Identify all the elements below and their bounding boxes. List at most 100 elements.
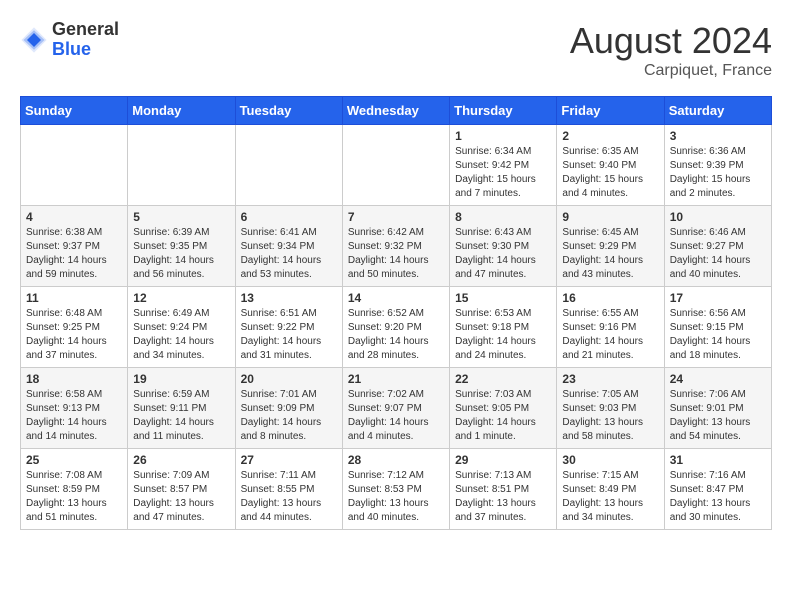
day-number: 6 [241, 210, 337, 224]
calendar-cell: 8 Sunrise: 6:43 AM Sunset: 9:30 PM Daylig… [450, 206, 557, 287]
weekday-monday: Monday [128, 97, 235, 125]
calendar-cell [235, 125, 342, 206]
page-header: General Blue August 2024 Carpiquet, Fran… [20, 20, 772, 80]
day-info: Sunrise: 7:13 AM Sunset: 8:51 PM Dayligh… [455, 469, 551, 525]
calendar-cell: 16Sunrise: 6:55 AM Sunset: 9:16 PM Dayli… [557, 287, 664, 368]
calendar-cell: 28 Sunrise: 7:12 AM Sunset: 8:53 PM Dayli… [342, 449, 449, 530]
day-info: Sunrise: 6:38 AM Sunset: 9:37 PM Dayligh… [26, 226, 122, 282]
day-number: 14 [348, 291, 444, 305]
day-info: Sunrise: 6:45 AM Sunset: 9:29 PM Dayligh… [562, 226, 658, 282]
day-number: 9 [562, 210, 658, 224]
calendar-cell: 23 Sunrise: 7:05 AM Sunset: 9:03 PM Dayli… [557, 368, 664, 449]
day-info: Sunrise: 6:36 AM Sunset: 9:39 PM Dayligh… [670, 145, 766, 201]
day-info: Sunrise: 7:16 AM Sunset: 8:47 PM Dayligh… [670, 469, 766, 525]
day-info: Sunrise: 7:15 AM Sunset: 8:49 PM Dayligh… [562, 469, 658, 525]
calendar-cell: 1 Sunrise: 6:34 AM Sunset: 9:42 PM Daylig… [450, 125, 557, 206]
day-info: Sunrise: 7:06 AM Sunset: 9:01 PM Dayligh… [670, 388, 766, 444]
day-number: 1 [455, 129, 551, 143]
calendar-cell: 20Sunrise: 7:01 AM Sunset: 9:09 PM Dayli… [235, 368, 342, 449]
location: Carpiquet, France [570, 62, 772, 80]
calendar-cell: 12Sunrise: 6:49 AM Sunset: 9:24 PM Dayli… [128, 287, 235, 368]
calendar-cell: 11 Sunrise: 6:48 AM Sunset: 9:25 PM Dayli… [21, 287, 128, 368]
day-number: 26 [133, 453, 229, 467]
calendar-cell: 26 Sunrise: 7:09 AM Sunset: 8:57 PM Dayli… [128, 449, 235, 530]
calendar-cell [21, 125, 128, 206]
calendar-cell: 24Sunrise: 7:06 AM Sunset: 9:01 PM Dayli… [664, 368, 771, 449]
day-number: 15 [455, 291, 551, 305]
day-number: 30 [562, 453, 658, 467]
calendar-cell: 21Sunrise: 7:02 AM Sunset: 9:07 PM Dayli… [342, 368, 449, 449]
day-info: Sunrise: 7:09 AM Sunset: 8:57 PM Dayligh… [133, 469, 229, 525]
day-info: Sunrise: 6:53 AM Sunset: 9:18 PM Dayligh… [455, 307, 551, 363]
calendar-cell: 18 Sunrise: 6:58 AM Sunset: 9:13 PM Dayli… [21, 368, 128, 449]
logo: General Blue [20, 20, 119, 60]
day-info: Sunrise: 6:43 AM Sunset: 9:30 PM Dayligh… [455, 226, 551, 282]
day-info: Sunrise: 6:41 AM Sunset: 9:34 PM Dayligh… [241, 226, 337, 282]
day-number: 22 [455, 372, 551, 386]
day-info: Sunrise: 6:34 AM Sunset: 9:42 PM Dayligh… [455, 145, 551, 201]
calendar-cell: 27 Sunrise: 7:11 AM Sunset: 8:55 PM Dayli… [235, 449, 342, 530]
day-number: 2 [562, 129, 658, 143]
day-number: 17 [670, 291, 766, 305]
day-info: Sunrise: 7:05 AM Sunset: 9:03 PM Dayligh… [562, 388, 658, 444]
day-number: 11 [26, 291, 122, 305]
day-number: 13 [241, 291, 337, 305]
day-info: Sunrise: 6:46 AM Sunset: 9:27 PM Dayligh… [670, 226, 766, 282]
day-info: Sunrise: 6:48 AM Sunset: 9:25 PM Dayligh… [26, 307, 122, 363]
day-info: Sunrise: 6:56 AM Sunset: 9:15 PM Dayligh… [670, 307, 766, 363]
day-number: 27 [241, 453, 337, 467]
calendar-week-2: 4 Sunrise: 6:38 AM Sunset: 9:37 PM Daylig… [21, 206, 772, 287]
day-number: 29 [455, 453, 551, 467]
calendar-cell: 10 Sunrise: 6:46 AM Sunset: 9:27 PM Dayli… [664, 206, 771, 287]
calendar-cell: 30 Sunrise: 7:15 AM Sunset: 8:49 PM Dayli… [557, 449, 664, 530]
calendar-cell: 13 Sunrise: 6:51 AM Sunset: 9:22 PM Dayli… [235, 287, 342, 368]
calendar-cell: 15 Sunrise: 6:53 AM Sunset: 9:18 PM Dayli… [450, 287, 557, 368]
calendar-cell: 9 Sunrise: 6:45 AM Sunset: 9:29 PM Daylig… [557, 206, 664, 287]
weekday-tuesday: Tuesday [235, 97, 342, 125]
day-number: 28 [348, 453, 444, 467]
calendar-cell: 17 Sunrise: 6:56 AM Sunset: 9:15 PM Dayli… [664, 287, 771, 368]
calendar-cell [342, 125, 449, 206]
calendar-week-1: 1 Sunrise: 6:34 AM Sunset: 9:42 PM Daylig… [21, 125, 772, 206]
calendar-cell: 19 Sunrise: 6:59 AM Sunset: 9:11 PM Dayli… [128, 368, 235, 449]
day-info: Sunrise: 7:08 AM Sunset: 8:59 PM Dayligh… [26, 469, 122, 525]
weekday-sunday: Sunday [21, 97, 128, 125]
day-number: 23 [562, 372, 658, 386]
calendar-week-5: 25 Sunrise: 7:08 AM Sunset: 8:59 PM Dayli… [21, 449, 772, 530]
day-info: Sunrise: 7:11 AM Sunset: 8:55 PM Dayligh… [241, 469, 337, 525]
calendar-cell: 4 Sunrise: 6:38 AM Sunset: 9:37 PM Daylig… [21, 206, 128, 287]
day-number: 10 [670, 210, 766, 224]
weekday-saturday: Saturday [664, 97, 771, 125]
logo-icon [20, 26, 48, 54]
day-info: Sunrise: 6:42 AM Sunset: 9:32 PM Dayligh… [348, 226, 444, 282]
day-number: 5 [133, 210, 229, 224]
logo-blue: Blue [52, 40, 119, 60]
calendar-cell: 7 Sunrise: 6:42 AM Sunset: 9:32 PM Daylig… [342, 206, 449, 287]
calendar-cell: 31 Sunrise: 7:16 AM Sunset: 8:47 PM Dayli… [664, 449, 771, 530]
day-number: 3 [670, 129, 766, 143]
day-info: Sunrise: 6:52 AM Sunset: 9:20 PM Dayligh… [348, 307, 444, 363]
weekday-friday: Friday [557, 97, 664, 125]
calendar-cell [128, 125, 235, 206]
calendar-cell: 5 Sunrise: 6:39 AM Sunset: 9:35 PM Daylig… [128, 206, 235, 287]
day-number: 7 [348, 210, 444, 224]
calendar-cell: 14 Sunrise: 6:52 AM Sunset: 9:20 PM Dayli… [342, 287, 449, 368]
calendar-cell: 29 Sunrise: 7:13 AM Sunset: 8:51 PM Dayli… [450, 449, 557, 530]
day-info: Sunrise: 6:59 AM Sunset: 9:11 PM Dayligh… [133, 388, 229, 444]
weekday-header-row: SundayMondayTuesdayWednesdayThursdayFrid… [21, 97, 772, 125]
calendar-table: SundayMondayTuesdayWednesdayThursdayFrid… [20, 96, 772, 530]
day-info: Sunrise: 6:58 AM Sunset: 9:13 PM Dayligh… [26, 388, 122, 444]
day-number: 19 [133, 372, 229, 386]
logo-general: General [52, 20, 119, 40]
day-number: 25 [26, 453, 122, 467]
day-number: 18 [26, 372, 122, 386]
logo-text: General Blue [52, 20, 119, 60]
day-info: Sunrise: 6:51 AM Sunset: 9:22 PM Dayligh… [241, 307, 337, 363]
day-info: Sunrise: 7:12 AM Sunset: 8:53 PM Dayligh… [348, 469, 444, 525]
day-number: 20 [241, 372, 337, 386]
day-number: 4 [26, 210, 122, 224]
day-info: Sunrise: 6:39 AM Sunset: 9:35 PM Dayligh… [133, 226, 229, 282]
day-number: 12 [133, 291, 229, 305]
day-number: 8 [455, 210, 551, 224]
day-number: 31 [670, 453, 766, 467]
